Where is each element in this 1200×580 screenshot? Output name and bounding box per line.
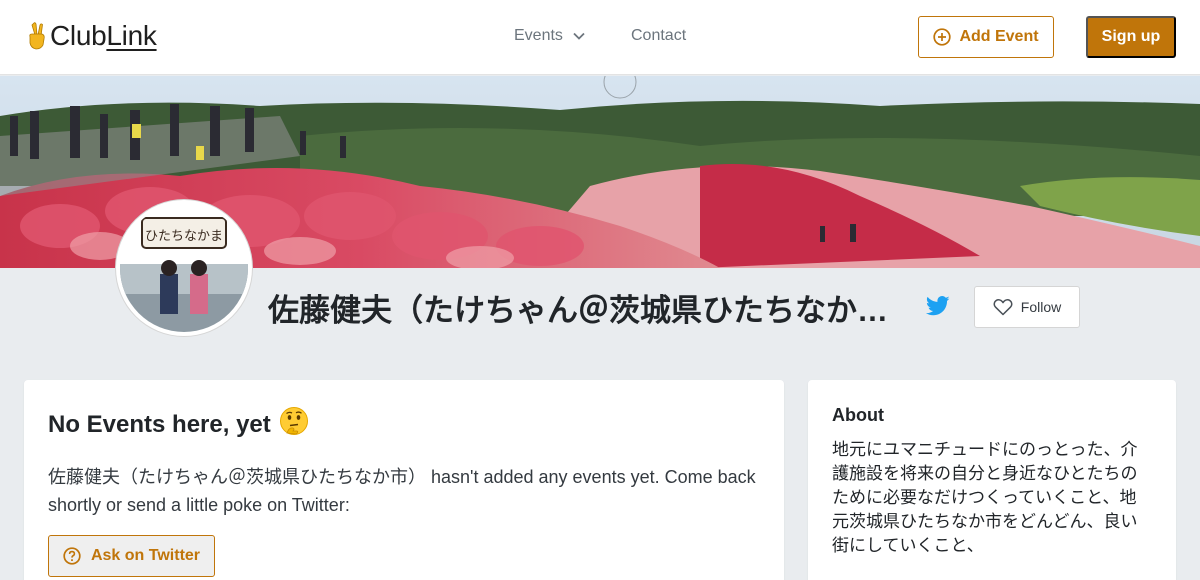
site-header: ClubLink Events Contact Add Event Sign u…	[0, 0, 1200, 75]
add-event-label: Add Event	[959, 28, 1039, 45]
avatar-photo: ひたちなかま	[120, 204, 248, 332]
add-event-button[interactable]: Add Event	[918, 16, 1054, 58]
chevron-down-icon	[573, 32, 585, 40]
no-events-heading: No Events here, yet	[48, 406, 760, 443]
heart-icon	[993, 298, 1013, 316]
about-card: About 地元にユマニチュードにのっとった、介護施設を将来の自分と身近なひとた…	[808, 380, 1176, 580]
logo-text-club: Club	[50, 20, 107, 51]
about-heading: About	[832, 405, 884, 425]
clublink-logo[interactable]: ClubLink	[26, 20, 157, 52]
logo-text-link: Link	[106, 20, 157, 51]
victory-hand-icon	[29, 22, 45, 50]
ask-on-twitter-label: Ask on Twitter	[90, 547, 201, 564]
events-card: No Events here, yet 佐藤健夫（たけちゃん＠茨城県ひたちなか市…	[24, 380, 784, 580]
nav-events-label: Events	[514, 27, 563, 44]
ask-on-twitter-button[interactable]: Ask on Twitter	[48, 535, 215, 577]
about-text: 地元にユマニチュードにのっとった、介護施設を将来の自分と身近なひとたちのために必…	[832, 440, 1138, 555]
follow-button[interactable]: Follow	[974, 286, 1080, 328]
sign-up-button[interactable]: Sign up	[1086, 16, 1176, 58]
no-events-message: 佐藤健夫（たけちゃん＠茨城県ひたちなか市） hasn't added any e…	[48, 467, 756, 515]
profile-avatar: ひたちなかま	[116, 200, 252, 336]
plus-circle-icon	[933, 28, 952, 46]
twitter-icon[interactable]	[925, 296, 950, 321]
thinking-face-icon	[279, 406, 309, 443]
question-circle-icon	[63, 547, 81, 565]
no-events-title: No Events here, yet	[48, 410, 271, 438]
follow-label: Follow	[1020, 299, 1062, 315]
nav-events-dropdown[interactable]: Events	[514, 27, 585, 45]
nav-contact-link[interactable]: Contact	[631, 27, 686, 45]
profile-name: 佐藤健夫（たけちゃん＠茨城県ひたちなか市）	[268, 293, 908, 328]
avatar-sign-text: ひたちなかま	[145, 229, 223, 244]
